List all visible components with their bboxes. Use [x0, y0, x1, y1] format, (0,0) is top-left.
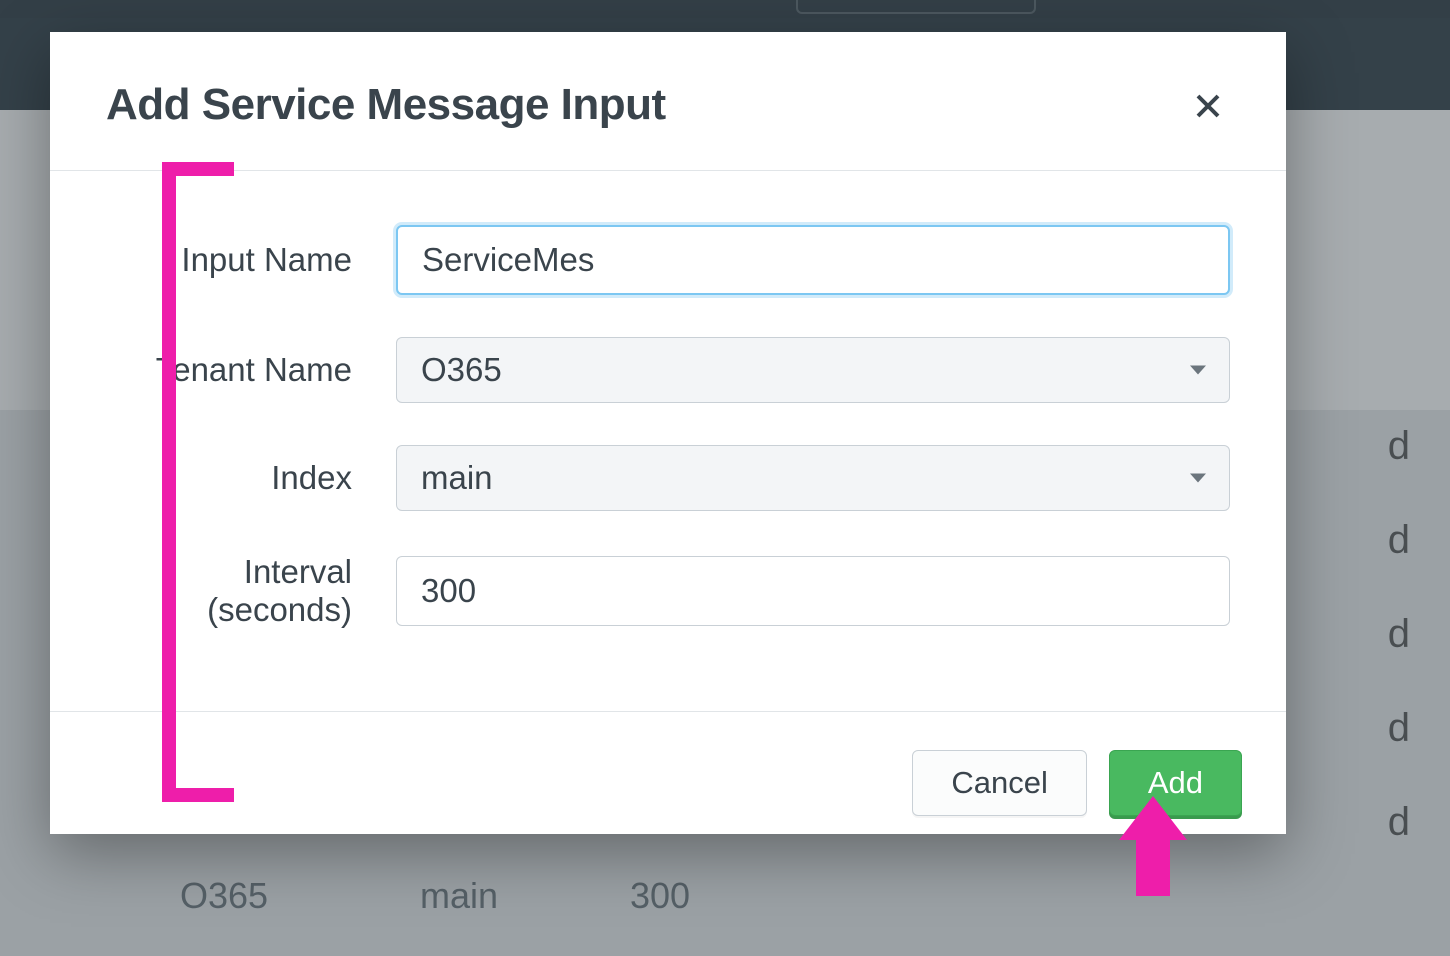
index-selected: main: [421, 459, 493, 497]
row-input-name: Input Name: [106, 225, 1230, 295]
modal-body: Input Name Tenant Name O365 Index main: [50, 171, 1286, 711]
add-button[interactable]: Add: [1109, 750, 1242, 816]
row-index: Index main: [106, 445, 1230, 511]
input-name-field[interactable]: [396, 225, 1230, 295]
interval-field[interactable]: [396, 556, 1230, 626]
close-icon: [1193, 91, 1223, 126]
tenant-name-selected: O365: [421, 351, 502, 389]
close-button[interactable]: [1186, 86, 1230, 130]
tenant-name-select[interactable]: O365: [396, 337, 1230, 403]
row-interval: Interval (seconds): [106, 553, 1230, 629]
label-tenant-name: Tenant Name: [106, 351, 396, 389]
cancel-button[interactable]: Cancel: [912, 750, 1087, 816]
index-select[interactable]: main: [396, 445, 1230, 511]
label-index: Index: [106, 459, 396, 497]
modal-header: Add Service Message Input: [50, 32, 1286, 171]
add-service-message-input-modal: Add Service Message Input Input Name Ten…: [50, 32, 1286, 834]
modal-footer: Cancel Add: [50, 711, 1286, 856]
label-input-name: Input Name: [106, 241, 396, 279]
row-tenant-name: Tenant Name O365: [106, 337, 1230, 403]
label-interval: Interval (seconds): [106, 553, 396, 629]
modal-title: Add Service Message Input: [106, 80, 666, 130]
